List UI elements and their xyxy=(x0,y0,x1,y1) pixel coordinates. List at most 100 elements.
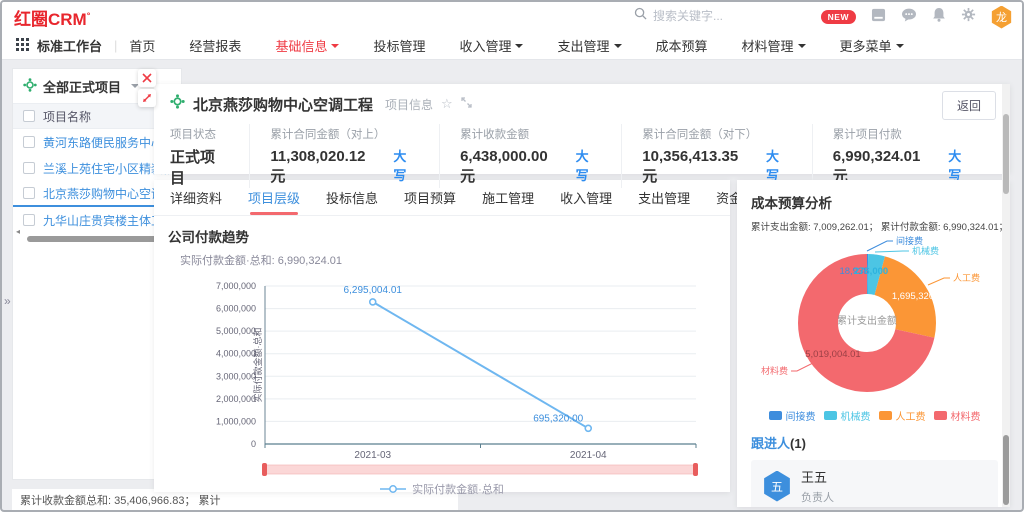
svg-text:3,000,000: 3,000,000 xyxy=(216,371,256,381)
select-all-checkbox[interactable] xyxy=(23,110,35,122)
budget-title: 成本预算分析 xyxy=(751,192,998,212)
tab-1[interactable]: 项目层级 xyxy=(248,180,300,215)
legend-item-2[interactable]: 人工费 xyxy=(879,408,926,423)
daxie-link[interactable]: 大写 xyxy=(948,146,974,184)
svg-text:2,000,000: 2,000,000 xyxy=(216,394,256,404)
settings-gear-icon[interactable] xyxy=(961,7,976,27)
search-input[interactable] xyxy=(653,9,813,23)
row-checkbox[interactable] xyxy=(23,136,35,148)
datazoom-slider[interactable] xyxy=(262,463,698,476)
svg-text:5,019,004.01: 5,019,004.01 xyxy=(805,349,860,360)
column-项目名称: 项目名称 xyxy=(43,108,91,125)
chevron-down-icon xyxy=(896,44,904,52)
project-group-icon xyxy=(23,78,37,95)
search-icon xyxy=(634,7,647,25)
messages-icon[interactable] xyxy=(901,8,917,27)
followers-header: 跟进人(1) xyxy=(751,433,998,452)
svg-text:间接费: 间接费 xyxy=(896,235,923,246)
follower-card[interactable]: 五 王五 负责人 xyxy=(751,460,998,507)
chevron-down-icon xyxy=(515,44,523,52)
fullscreen-icon[interactable] xyxy=(461,95,472,113)
close-icon[interactable] xyxy=(138,69,156,87)
nav-item-0[interactable]: 首页 xyxy=(129,36,155,55)
chevron-down-icon xyxy=(798,44,806,52)
svg-text:6,295,004.01: 6,295,004.01 xyxy=(344,285,403,296)
page-title: 北京燕莎购物中心空调工程 xyxy=(193,94,373,115)
star-icon[interactable]: ☆ xyxy=(441,96,453,112)
page-subtitle: 项目信息 xyxy=(385,96,433,113)
nav-item-1[interactable]: 经营报表 xyxy=(189,36,241,55)
follower-role: 负责人 xyxy=(801,489,834,505)
project-link[interactable]: 北京燕莎购物中心空调工程 xyxy=(43,185,171,202)
chart-subtitle: 实际付款金额·总和: 6,990,324.01 xyxy=(180,252,716,268)
stat-2: 累计收款金额6,438,000.00元大写 xyxy=(439,124,621,188)
svg-text:机械费: 机械费 xyxy=(912,245,939,256)
line-legend[interactable]: 实际付款金额·总和 xyxy=(168,481,716,497)
project-link[interactable]: 黄河东路便民服务中心幕... xyxy=(43,134,171,151)
expand-diagonal-icon[interactable] xyxy=(138,89,156,107)
nav-item-2[interactable]: 基础信息 xyxy=(275,36,339,55)
legend-item-0[interactable]: 间接费 xyxy=(769,408,816,423)
project-tabs-panel: 详细资料项目层级投标信息项目预算施工管理收入管理支出管理资金管理材料管理⋯ 公司… xyxy=(154,180,730,492)
tab-2[interactable]: 投标信息 xyxy=(326,180,378,215)
tab-3[interactable]: 项目预算 xyxy=(404,180,456,215)
svg-text:4,000,000: 4,000,000 xyxy=(216,349,256,359)
new-badge: NEW xyxy=(821,10,856,24)
daxie-link[interactable]: 大写 xyxy=(393,146,419,184)
notifications-bell-icon[interactable] xyxy=(932,7,946,27)
svg-text:1,000,000: 1,000,000 xyxy=(216,416,256,426)
row-checkbox[interactable] xyxy=(23,162,35,174)
project-icon xyxy=(170,94,185,114)
scroll-left-arrow-icon[interactable]: ◂ xyxy=(16,227,20,236)
vertical-scrollbar[interactable] xyxy=(1002,84,1010,507)
nav-item-7[interactable]: 材料管理 xyxy=(742,36,806,55)
back-button[interactable]: 返回 xyxy=(942,91,996,120)
legend-item-3[interactable]: 材料费 xyxy=(934,408,981,423)
nav-item-8[interactable]: 更多菜单 xyxy=(840,36,904,55)
svg-text:0: 0 xyxy=(251,439,256,449)
horizontal-scrollbar[interactable] xyxy=(27,236,159,242)
svg-text:7,000,000: 7,000,000 xyxy=(216,281,256,291)
main-nav: 标准工作台 | 首页 经营报表 基础信息 投标管理 收入管理 支出管理 成本预算 材料管理 更多… xyxy=(2,32,1022,60)
svg-text:2021-04: 2021-04 xyxy=(570,450,607,461)
apps-grid-icon[interactable] xyxy=(16,38,29,54)
svg-text:实际付款金额·总和: 实际付款金额·总和 xyxy=(252,328,263,403)
top-header: 红圈CRM° NEW 龙 xyxy=(2,2,1022,32)
svg-text:5,000,000: 5,000,000 xyxy=(216,326,256,336)
project-link[interactable]: 兰溪上苑住宅小区精装修... xyxy=(43,160,171,177)
sidebar-collapse-icon[interactable]: » xyxy=(4,294,11,308)
svg-text:6,000,000: 6,000,000 xyxy=(216,304,256,314)
row-checkbox[interactable] xyxy=(23,214,35,226)
stat-1: 累计合同金额（对上）11,308,020.12元大写 xyxy=(249,124,439,188)
cost-donut-chart: 累计支出金额 18,938 276,000 1,695,320 5,019,00… xyxy=(751,233,988,401)
tab-6[interactable]: 支出管理 xyxy=(638,180,690,215)
tab-4[interactable]: 施工管理 xyxy=(482,180,534,215)
donut-center-label: 累计支出金额 xyxy=(837,314,897,327)
daxie-link[interactable]: 大写 xyxy=(576,146,602,184)
row-checkbox[interactable] xyxy=(23,187,35,199)
tab-0[interactable]: 详细资料 xyxy=(170,180,222,215)
project-header-card: 北京燕莎购物中心空调工程 项目信息 ☆ 返回 项目状态正式项目累计合同金额（对上… xyxy=(154,84,1010,174)
chevron-down-icon xyxy=(614,44,622,52)
follower-avatar: 五 xyxy=(763,471,791,502)
nav-item-6[interactable]: 成本预算 xyxy=(656,36,708,55)
notes-icon[interactable] xyxy=(871,8,886,27)
stat-4: 累计项目付款6,990,324.01元大写 xyxy=(812,124,994,188)
svg-text:人工费: 人工费 xyxy=(953,272,980,283)
cost-budget-panel: 成本预算分析 累计支出金额: 7,009,262.01； 累计付款金额: 6,9… xyxy=(737,180,1010,507)
nav-divider: | xyxy=(114,38,117,53)
project-link[interactable]: 九华山庄贵宾楼主体工程 xyxy=(43,212,171,229)
user-avatar[interactable]: 龙 xyxy=(991,6,1012,29)
svg-text:1,695,320: 1,695,320 xyxy=(892,291,934,302)
workspace-label[interactable]: 标准工作台 xyxy=(37,36,102,55)
project-detail-overlay: 北京燕莎购物中心空调工程 项目信息 ☆ 返回 项目状态正式项目累计合同金额（对上… xyxy=(154,84,1010,507)
legend-item-1[interactable]: 机械费 xyxy=(824,408,871,423)
daxie-link[interactable]: 大写 xyxy=(766,146,792,184)
nav-item-3[interactable]: 投标管理 xyxy=(373,36,425,55)
nav-item-4[interactable]: 收入管理 xyxy=(459,36,523,55)
svg-text:材料费: 材料费 xyxy=(761,365,788,376)
project-filter-title[interactable]: 全部正式项目 xyxy=(43,77,121,96)
tab-5[interactable]: 收入管理 xyxy=(560,180,612,215)
search-box[interactable] xyxy=(634,7,834,25)
nav-item-5[interactable]: 支出管理 xyxy=(557,36,621,55)
